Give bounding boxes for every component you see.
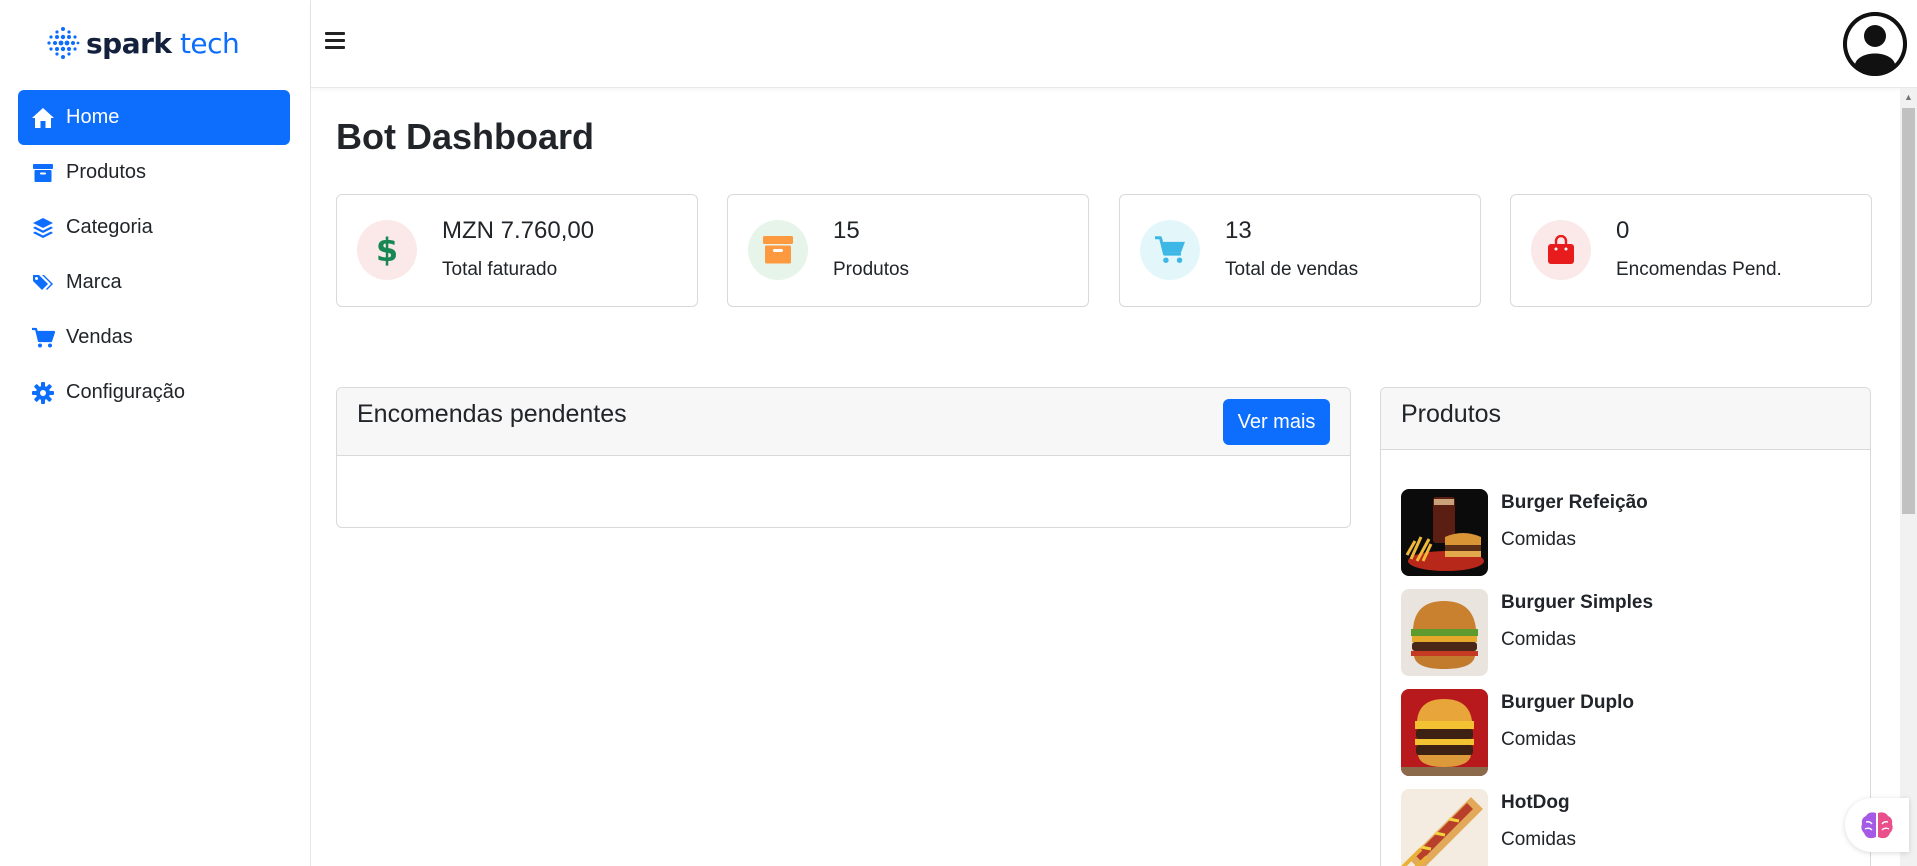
stat-label: Total faturado (442, 259, 558, 280)
product-category: Comidas (1501, 729, 1576, 750)
product-image (1401, 789, 1488, 866)
app-root: spark tech Home Produtos Categoria Marca… (0, 0, 1917, 866)
product-name: HotDog (1501, 792, 1570, 813)
card-title: Produtos (1401, 400, 1502, 428)
product-list: Burger Refeição Comidas Burguer Simples … (1401, 489, 1801, 866)
stat-card-pending: 0 Encomendas Pend. (1510, 194, 1872, 307)
dollar-icon: $ (357, 220, 417, 280)
scroll-up-icon[interactable]: ▲ (1900, 88, 1917, 105)
page-scrollbar[interactable]: ▲ (1900, 88, 1917, 866)
list-item[interactable]: Burguer Simples Comidas (1401, 589, 1801, 689)
shopping-bag-icon (1531, 220, 1591, 280)
sidebar-item-label: Vendas (66, 326, 133, 348)
stat-value: 13 (1225, 217, 1252, 244)
card-header: Produtos (1381, 388, 1870, 450)
sidebar-item-home[interactable]: Home (18, 90, 290, 145)
product-name: Burguer Duplo (1501, 692, 1634, 713)
stat-value: 15 (833, 217, 860, 244)
sidebar: spark tech Home Produtos Categoria Marca… (0, 0, 311, 866)
product-image (1401, 589, 1488, 676)
brand-name-light: tech (179, 26, 240, 60)
assistant-brain-icon[interactable] (1845, 798, 1909, 852)
brand-name: spark tech (86, 26, 240, 60)
main-content: Bot Dashboard $ MZN 7.760,00 Total fatur… (311, 88, 1900, 866)
cart-icon (30, 325, 56, 351)
user-circle-icon[interactable] (1843, 12, 1907, 76)
scrollbar-thumb[interactable] (1902, 108, 1915, 514)
pending-orders-card: Encomendas pendentes Ver mais (336, 387, 1351, 528)
stat-label: Produtos (833, 259, 910, 280)
stat-value: 0 (1616, 217, 1630, 244)
sidebar-item-categoria[interactable]: Categoria (18, 200, 290, 255)
list-item[interactable]: Burguer Duplo Comidas (1401, 689, 1801, 789)
sidebar-item-label: Categoria (66, 216, 153, 238)
sidebar-item-label: Marca (66, 271, 122, 293)
list-item[interactable]: Burger Refeição Comidas (1401, 489, 1801, 589)
sidebar-item-configuracao[interactable]: Configuração (18, 365, 290, 420)
product-category: Comidas (1501, 629, 1576, 650)
stat-card-products: 15 Produtos (727, 194, 1089, 307)
products-card: Produtos Burger Refeição Comidas Burguer… (1380, 387, 1871, 866)
archive-box-icon (748, 220, 808, 280)
card-title: Encomendas pendentes (357, 400, 627, 428)
tags-icon (30, 270, 56, 296)
hamburger-icon[interactable] (325, 32, 345, 50)
sidebar-nav: Home Produtos Categoria Marca Vendas Con… (18, 90, 290, 420)
product-category: Comidas (1501, 829, 1576, 850)
stat-value: MZN 7.760,00 (442, 217, 595, 244)
cart-icon (1140, 220, 1200, 280)
product-name: Burguer Simples (1501, 592, 1654, 613)
brand-logo[interactable]: spark tech (46, 26, 240, 60)
sidebar-item-label: Produtos (66, 161, 147, 183)
stat-card-sales: 13 Total de vendas (1119, 194, 1481, 307)
sidebar-item-produtos[interactable]: Produtos (18, 145, 290, 200)
layers-icon (30, 215, 56, 241)
svg-text:$: $ (376, 233, 398, 267)
product-image (1401, 689, 1488, 776)
archive-box-icon (30, 160, 56, 186)
brand-name-bold: spark (86, 26, 172, 60)
product-image (1401, 489, 1488, 576)
topbar (311, 0, 1917, 88)
product-name: Burger Refeição (1501, 492, 1648, 513)
sidebar-item-vendas[interactable]: Vendas (18, 310, 290, 365)
page-title: Bot Dashboard (336, 116, 595, 157)
sidebar-item-label: Home (66, 106, 120, 128)
stat-label: Total de vendas (1225, 259, 1359, 280)
product-category: Comidas (1501, 529, 1576, 550)
sidebar-item-marca[interactable]: Marca (18, 255, 290, 310)
home-icon (30, 105, 56, 131)
spark-logo-icon (47, 27, 80, 59)
gear-icon (30, 380, 56, 406)
stat-label: Encomendas Pend. (1616, 259, 1782, 280)
ver-mais-button[interactable]: Ver mais (1223, 399, 1330, 445)
list-item[interactable]: HotDog Comidas (1401, 789, 1801, 866)
stat-card-revenue: $ MZN 7.760,00 Total faturado (336, 194, 698, 307)
card-header: Encomendas pendentes Ver mais (337, 388, 1350, 456)
sidebar-item-label: Configuração (66, 381, 185, 403)
